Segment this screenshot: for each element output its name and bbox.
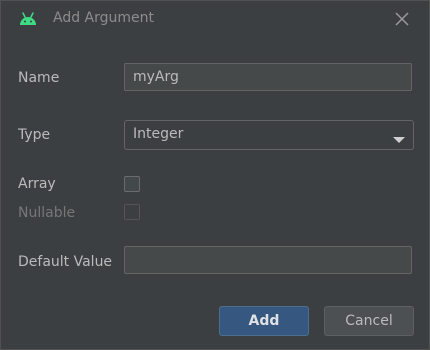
title-bar: Add Argument xyxy=(1,1,429,37)
nullable-checkbox xyxy=(124,204,140,220)
name-input[interactable]: myArg xyxy=(124,63,412,91)
cancel-button[interactable]: Cancel xyxy=(324,306,414,336)
default-value-input[interactable] xyxy=(124,246,412,274)
chevron-down-icon xyxy=(393,130,405,143)
array-checkbox[interactable] xyxy=(124,176,140,192)
add-button[interactable]: Add xyxy=(219,306,309,336)
dialog-title: Add Argument xyxy=(53,10,155,26)
android-icon xyxy=(18,11,38,27)
type-dropdown[interactable]: Integer xyxy=(124,120,414,150)
array-label: Array xyxy=(18,176,56,192)
type-selected-value: Integer xyxy=(133,126,184,142)
name-label: Name xyxy=(18,70,60,86)
nullable-label: Nullable xyxy=(18,205,76,221)
type-label: Type xyxy=(18,127,51,143)
add-argument-dialog: Add Argument Name myArg Type Integer Arr… xyxy=(0,0,430,350)
default-value-label: Default Value xyxy=(18,254,113,270)
close-icon[interactable] xyxy=(393,10,411,28)
